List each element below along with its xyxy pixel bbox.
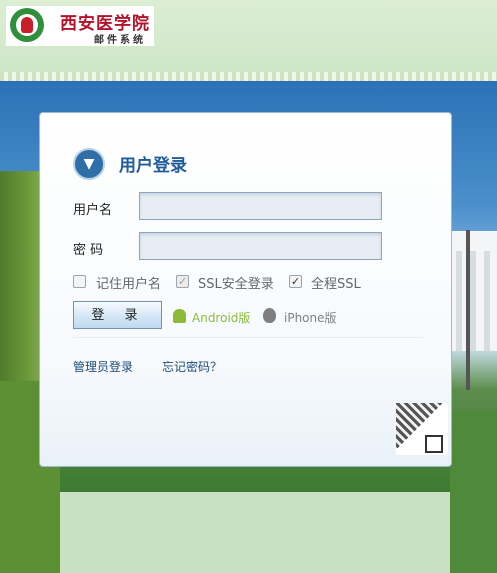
arrow-down-circle-icon: ▼ (73, 148, 105, 180)
full-ssl-checkbox[interactable]: ✓ (289, 275, 302, 288)
android-app-link[interactable]: Android版 (192, 309, 250, 326)
full-ssl-label: 全程SSL (311, 277, 361, 292)
lamp-pole (466, 230, 470, 390)
username-label: 用户名 (73, 203, 113, 218)
password-input[interactable] (139, 232, 382, 260)
remember-username-label: 记住用户名 (96, 277, 162, 292)
ssl-login-label: SSL安全登录 (198, 277, 274, 292)
school-logo: 西安医学院 邮件系统 (6, 6, 154, 46)
apple-icon (263, 308, 276, 323)
password-label: 密 码 (73, 243, 104, 258)
login-title: 用户登录 (119, 156, 187, 176)
divider (73, 337, 423, 338)
login-button[interactable]: 登 录 (73, 301, 162, 329)
android-icon (173, 309, 186, 323)
system-name: 邮件系统 (94, 35, 146, 46)
forgot-password-link[interactable]: 忘记密码？ (162, 358, 222, 375)
decorative-border (0, 72, 497, 81)
admin-login-link[interactable]: 管理员登录 (73, 358, 133, 375)
login-panel: ▼ 用户登录 用户名 密 码 记住用户名 ✓ SSL安全登录 ✓ 全程SSL 登… (39, 112, 452, 467)
iphone-app-link[interactable]: iPhone版 (284, 309, 337, 326)
school-emblem-icon (10, 8, 44, 42)
username-input[interactable] (139, 192, 382, 220)
remember-username-checkbox[interactable] (73, 275, 86, 288)
top-header: 西安医学院 邮件系统 (0, 0, 497, 72)
ssl-login-checkbox[interactable]: ✓ (176, 275, 189, 288)
qr-code-marker (425, 435, 443, 453)
